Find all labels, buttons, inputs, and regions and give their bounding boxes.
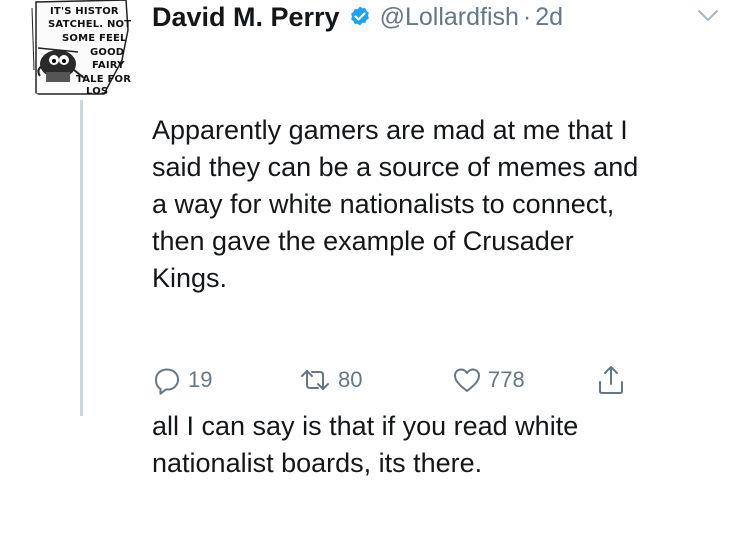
author-name[interactable]: David M. Perry — [152, 2, 340, 33]
share-icon — [599, 366, 623, 394]
tweet-text: Apparently gamers are mad at me that I s… — [152, 38, 732, 556]
tweet-actions: 19 80 778 — [152, 362, 652, 398]
retweet-count: 80 — [338, 367, 363, 392]
tweet-paragraph: all I can say is that if you read white … — [152, 411, 579, 478]
avatar-text-line: TALE FOR — [76, 74, 131, 85]
reply-button[interactable]: 19 — [152, 362, 212, 398]
avatar-text-line: SOME FEEL — [62, 33, 127, 44]
retweet-icon — [301, 370, 329, 390]
avatar-text-line: LOS — [86, 86, 108, 96]
chevron-down-icon[interactable] — [696, 6, 720, 26]
header-separator: · — [522, 2, 532, 31]
heart-icon — [454, 368, 480, 392]
tweet-header: David M. Perry @Lollardfish · 2d — [152, 0, 563, 34]
avatar-text-line: SATCHEL. NOT — [48, 19, 131, 30]
reply-count: 19 — [188, 367, 213, 392]
thread-line — [80, 100, 83, 416]
like-count: 778 — [488, 367, 525, 392]
avatar-text-line: GOOD — [90, 47, 124, 58]
tweet-timestamp[interactable]: 2d — [535, 3, 563, 32]
retweet-button[interactable]: 80 — [298, 362, 362, 398]
avatar-text-line: IT'S HISTOR — [50, 6, 119, 17]
avatar-comic-image: IT'S HISTOR SATCHEL. NOT SOME FEEL GOOD … — [30, 0, 134, 96]
avatar-text-line: FAIRY — [92, 60, 125, 71]
avatar[interactable]: IT'S HISTOR SATCHEL. NOT SOME FEEL GOOD … — [30, 0, 134, 96]
tweet[interactable]: IT'S HISTOR SATCHEL. NOT SOME FEEL GOOD … — [0, 0, 749, 478]
author-handle[interactable]: @Lollardfish — [380, 3, 519, 32]
share-button[interactable] — [596, 362, 626, 398]
like-button[interactable]: 778 — [452, 362, 525, 398]
verified-badge-icon — [350, 6, 369, 26]
tweet-paragraph: Apparently gamers are mad at me that I s… — [152, 115, 639, 293]
reply-icon — [155, 368, 179, 395]
